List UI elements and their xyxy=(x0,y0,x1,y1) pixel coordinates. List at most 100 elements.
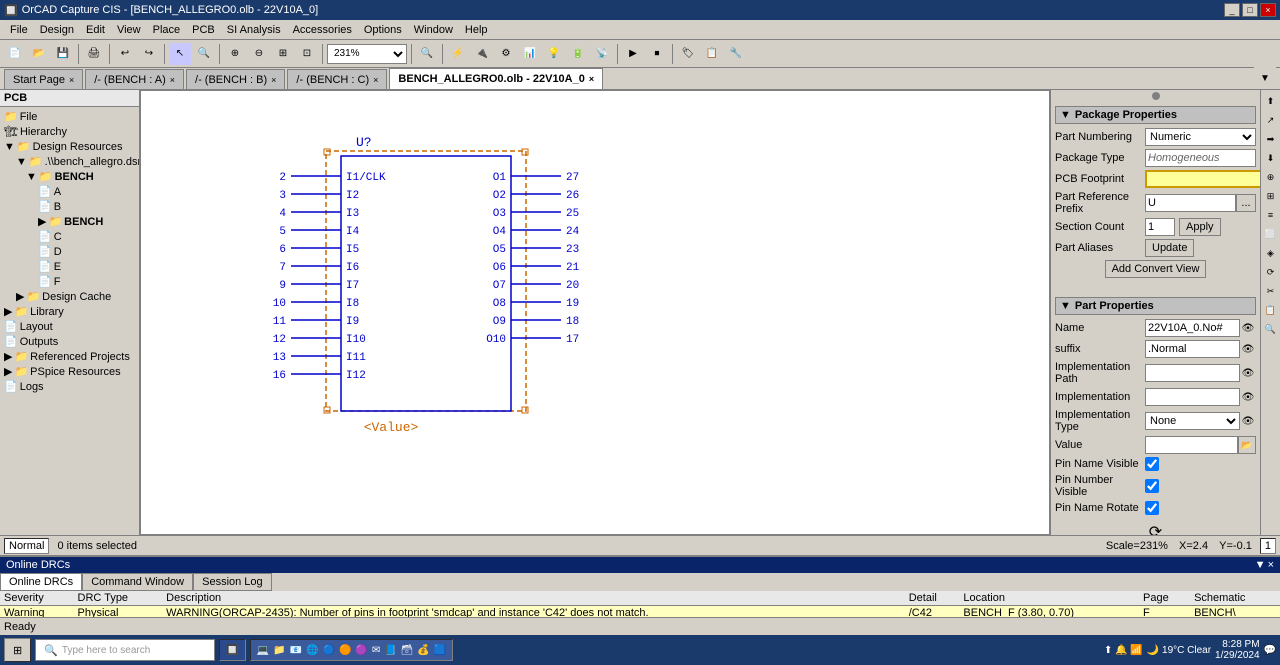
tree-item-design-resources[interactable]: ▼ 📁 Design Resources xyxy=(2,139,137,154)
save-button[interactable]: 💾 xyxy=(52,43,74,65)
sim1-button[interactable]: ▶ xyxy=(622,43,644,65)
menu-design[interactable]: Design xyxy=(34,22,80,38)
menu-accessories[interactable]: Accessories xyxy=(287,22,358,38)
rt-btn-1[interactable]: ⬆ xyxy=(1262,92,1280,110)
tab-bench-b[interactable]: /- (BENCH : B) × xyxy=(186,69,285,89)
rt-btn-7[interactable]: ≡ xyxy=(1262,206,1280,224)
pin-icon-2[interactable]: 📁 xyxy=(273,645,285,656)
tree-item-referenced[interactable]: ▶ 📁 Referenced Projects xyxy=(2,349,137,364)
menu-window[interactable]: Window xyxy=(408,22,459,38)
part7-button[interactable]: 📡 xyxy=(591,43,613,65)
part6-button[interactable]: 🔋 xyxy=(567,43,589,65)
zoom-button[interactable]: 🔍 xyxy=(193,43,215,65)
tree-item-a[interactable]: 📄 A xyxy=(2,184,137,199)
impl-type-select[interactable]: None xyxy=(1145,412,1240,430)
tab-close-bench-c[interactable]: × xyxy=(373,75,378,85)
maximize-button[interactable]: □ xyxy=(1242,3,1258,17)
pin-icon-5[interactable]: 🔵 xyxy=(322,645,334,656)
tab-overflow[interactable]: ▼ xyxy=(1254,67,1276,89)
canvas-area[interactable]: U? 2 I1/CLK 3 I2 4 I3 5 xyxy=(140,90,1050,535)
start-button[interactable]: ⊞ xyxy=(4,638,31,662)
pin-icon-4[interactable]: 🌐 xyxy=(306,645,318,656)
minimize-button[interactable]: _ xyxy=(1224,3,1240,17)
drc-tab-online[interactable]: Online DRCs xyxy=(0,573,82,591)
tree-item-d[interactable]: 📄 D xyxy=(2,244,137,259)
value-browse-button[interactable]: 📂 xyxy=(1238,436,1256,454)
rt-btn-10[interactable]: ⟳ xyxy=(1262,263,1280,281)
menu-file[interactable]: File xyxy=(4,22,34,38)
rt-btn-2[interactable]: ↗ xyxy=(1262,111,1280,129)
rt-btn-9[interactable]: ◈ xyxy=(1262,244,1280,262)
tab-bench-allegro[interactable]: BENCH_ALLEGRO0.olb - 22V10A_0 × xyxy=(389,68,603,89)
tree-area[interactable]: 📁 File 🏗 Hierarchy ▼ 📁 Design Resources … xyxy=(0,107,139,535)
taskbar-app-orcad[interactable]: 🔲 xyxy=(219,639,245,661)
zoom-fit-button[interactable]: ⊡ xyxy=(296,43,318,65)
tree-item-f[interactable]: 📄 F xyxy=(2,274,137,289)
pin-name-rotate-checkbox[interactable] xyxy=(1145,501,1159,515)
tree-item-b[interactable]: 📄 B xyxy=(2,199,137,214)
undo-button[interactable]: ↩ xyxy=(114,43,136,65)
rt-btn-8[interactable]: ⬜ xyxy=(1262,225,1280,243)
part4-button[interactable]: 📊 xyxy=(519,43,541,65)
pin-icon-12[interactable]: 🟦 xyxy=(434,645,446,656)
menu-edit[interactable]: Edit xyxy=(80,22,111,38)
pin-icon-6[interactable]: 🟠 xyxy=(339,645,351,656)
tree-item-library[interactable]: ▶ 📁 Library xyxy=(2,304,137,319)
apply-button[interactable]: Apply xyxy=(1179,218,1221,236)
add-convert-view-button[interactable]: Add Convert View xyxy=(1105,260,1207,278)
menu-place[interactable]: Place xyxy=(147,22,187,38)
tab-start-page[interactable]: Start Page × xyxy=(4,69,83,89)
tab-close-start[interactable]: × xyxy=(69,75,74,85)
menu-view[interactable]: View xyxy=(111,22,147,38)
pin-icon-11[interactable]: 💰 xyxy=(417,645,429,656)
print-button[interactable]: 🖨 xyxy=(83,43,105,65)
rt-btn-12[interactable]: 📋 xyxy=(1262,301,1280,319)
zoom-combo[interactable]: 231% xyxy=(327,44,407,64)
open-button[interactable]: 📂 xyxy=(28,43,50,65)
drc-tab-session[interactable]: Session Log xyxy=(193,573,272,591)
tab-close-bench-a[interactable]: × xyxy=(170,75,175,85)
part-ref-browse-button[interactable]: ... xyxy=(1236,194,1256,212)
drc-row-1[interactable]: Warning Physical WARNING(ORCAP-2435): Nu… xyxy=(0,606,1280,618)
zoom-out-button[interactable]: ⊖ xyxy=(248,43,270,65)
extra1-button[interactable]: 🏷 xyxy=(677,43,699,65)
menu-help[interactable]: Help xyxy=(459,22,494,38)
extra3-button[interactable]: 🔧 xyxy=(725,43,747,65)
pin-icon-7[interactable]: 🟣 xyxy=(355,645,367,656)
pin-name-visible-checkbox[interactable] xyxy=(1145,457,1159,471)
pin-icon-1[interactable]: 💻 xyxy=(257,645,269,656)
notification-button[interactable]: 💬 xyxy=(1264,645,1276,656)
pin-icon-9[interactable]: 📘 xyxy=(384,645,396,656)
rt-btn-6[interactable]: ⊞ xyxy=(1262,187,1280,205)
drc-close-button[interactable]: × xyxy=(1268,559,1274,571)
rt-btn-5[interactable]: ⊕ xyxy=(1262,168,1280,186)
tree-item-outputs[interactable]: 📄 Outputs xyxy=(2,334,137,349)
rt-btn-4[interactable]: ⬇ xyxy=(1262,149,1280,167)
title-bar-controls[interactable]: _ □ × xyxy=(1224,3,1276,17)
tree-item-layout[interactable]: 📄 Layout xyxy=(2,319,137,334)
sim2-button[interactable]: ⏹ xyxy=(646,43,668,65)
part5-button[interactable]: 💡 xyxy=(543,43,565,65)
tree-item-file[interactable]: 📁 File xyxy=(2,109,137,124)
rt-btn-13[interactable]: 🔍 xyxy=(1262,320,1280,338)
new-button[interactable]: 📄 xyxy=(4,43,26,65)
extra2-button[interactable]: 📋 xyxy=(701,43,723,65)
rt-btn-11[interactable]: ✂ xyxy=(1262,282,1280,300)
pin-icon-8[interactable]: ✉ xyxy=(372,645,380,656)
pin-number-visible-checkbox[interactable] xyxy=(1145,479,1159,493)
pin-icon-3[interactable]: 📧 xyxy=(290,645,302,656)
tree-item-c[interactable]: 📄 C xyxy=(2,229,137,244)
impl-path-eye-icon[interactable]: 👁 xyxy=(1240,368,1256,379)
menu-si-analysis[interactable]: SI Analysis xyxy=(221,22,287,38)
tree-item-bench-root[interactable]: ▼ 📁 BENCH xyxy=(2,169,137,184)
section-count-input[interactable] xyxy=(1145,218,1175,236)
part1-button[interactable]: ⚡ xyxy=(447,43,469,65)
tab-bench-a[interactable]: /- (BENCH : A) × xyxy=(85,69,184,89)
pointer-button[interactable]: ↖ xyxy=(169,43,191,65)
close-button[interactable]: × xyxy=(1260,3,1276,17)
zoom-in-button[interactable]: ⊕ xyxy=(224,43,246,65)
tree-item-design-cache[interactable]: ▶ 📁 Design Cache xyxy=(2,289,137,304)
part2-button[interactable]: 🔌 xyxy=(471,43,493,65)
rt-btn-3[interactable]: ➡ xyxy=(1262,130,1280,148)
menu-options[interactable]: Options xyxy=(358,22,408,38)
